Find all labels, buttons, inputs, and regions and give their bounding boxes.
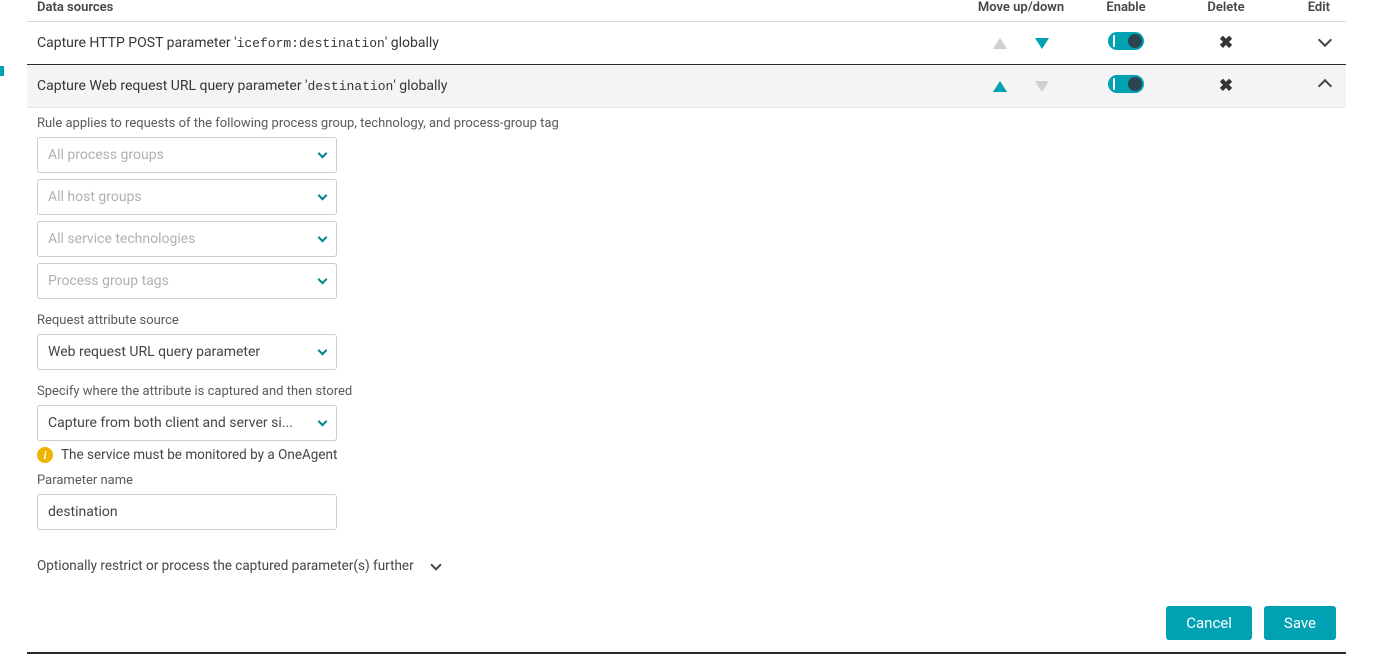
parameter-name-label: Parameter name xyxy=(37,473,1336,488)
footer-actions: Cancel Save xyxy=(27,588,1346,654)
select-value: All host groups xyxy=(48,189,142,205)
header-data-sources: Data sources xyxy=(37,0,966,15)
cancel-button[interactable]: Cancel xyxy=(1166,606,1252,640)
header-enable: Enable xyxy=(1076,0,1176,15)
process-group-tags-select[interactable]: Process group tags xyxy=(37,263,337,299)
process-groups-select[interactable]: All process groups xyxy=(37,137,337,173)
parameter-name-input[interactable] xyxy=(48,504,326,520)
chevron-down-icon xyxy=(318,191,328,201)
row-prefix: Capture Web request URL query parameter … xyxy=(37,78,308,94)
chevron-down-icon xyxy=(318,275,328,285)
header-move: Move up/down xyxy=(966,0,1076,15)
data-source-row: Capture HTTP POST parameter 'iceform:des… xyxy=(27,22,1346,65)
select-value: Capture from both client and server si..… xyxy=(48,415,293,431)
move-down-icon[interactable] xyxy=(1035,38,1049,49)
enable-toggle[interactable] xyxy=(1108,75,1144,93)
data-source-description: Capture HTTP POST parameter 'iceform:des… xyxy=(37,35,966,51)
info-icon: i xyxy=(37,447,53,463)
select-value: Web request URL query parameter xyxy=(48,344,260,360)
save-button[interactable]: Save xyxy=(1264,606,1336,640)
row-param: iceform:destination xyxy=(237,36,385,51)
chevron-down-icon xyxy=(318,149,328,159)
header-edit: Edit xyxy=(1276,0,1336,15)
move-up-icon[interactable] xyxy=(993,81,1007,92)
delete-icon[interactable]: ✖ xyxy=(1219,76,1233,96)
chevron-down-icon xyxy=(318,417,328,427)
delete-icon[interactable]: ✖ xyxy=(1219,33,1233,53)
request-attribute-source-label: Request attribute source xyxy=(37,313,1336,328)
row-suffix: ' globally xyxy=(385,35,439,51)
info-message: i The service must be monitored by a One… xyxy=(37,447,1336,463)
data-source-description: Capture Web request URL query parameter … xyxy=(37,78,966,94)
restrict-label: Optionally restrict or process the captu… xyxy=(37,558,414,574)
restrict-expand-row[interactable]: Optionally restrict or process the captu… xyxy=(37,558,1336,574)
chevron-down-icon xyxy=(430,559,441,570)
request-attribute-source-select[interactable]: Web request URL query parameter xyxy=(37,334,337,370)
applies-to-label: Rule applies to requests of the followin… xyxy=(37,116,1336,131)
chevron-down-icon xyxy=(318,233,328,243)
host-groups-select[interactable]: All host groups xyxy=(37,179,337,215)
capture-location-label: Specify where the attribute is captured … xyxy=(37,384,1336,399)
left-accent-marker xyxy=(0,66,4,76)
row-param: destination xyxy=(308,79,394,94)
chevron-down-icon xyxy=(318,346,328,356)
header-delete: Delete xyxy=(1176,0,1276,15)
capture-location-select[interactable]: Capture from both client and server si..… xyxy=(37,405,337,441)
select-value: All service technologies xyxy=(48,231,195,247)
select-value: Process group tags xyxy=(48,273,169,289)
collapse-icon[interactable] xyxy=(1318,79,1332,93)
select-value: All process groups xyxy=(48,147,164,163)
info-text: The service must be monitored by a OneAg… xyxy=(61,447,337,463)
parameter-name-input-wrapper xyxy=(37,494,337,530)
expand-icon[interactable] xyxy=(1318,32,1332,46)
service-technologies-select[interactable]: All service technologies xyxy=(37,221,337,257)
rule-details-panel: Rule applies to requests of the followin… xyxy=(27,108,1346,584)
table-header-row: Data sources Move up/down Enable Delete … xyxy=(27,0,1346,22)
row-suffix: ' globally xyxy=(393,78,447,94)
move-down-icon xyxy=(1035,81,1049,92)
data-source-row: Capture Web request URL query parameter … xyxy=(27,65,1346,108)
enable-toggle[interactable] xyxy=(1108,32,1144,50)
move-up-icon xyxy=(993,38,1007,49)
row-prefix: Capture HTTP POST parameter ' xyxy=(37,35,237,51)
